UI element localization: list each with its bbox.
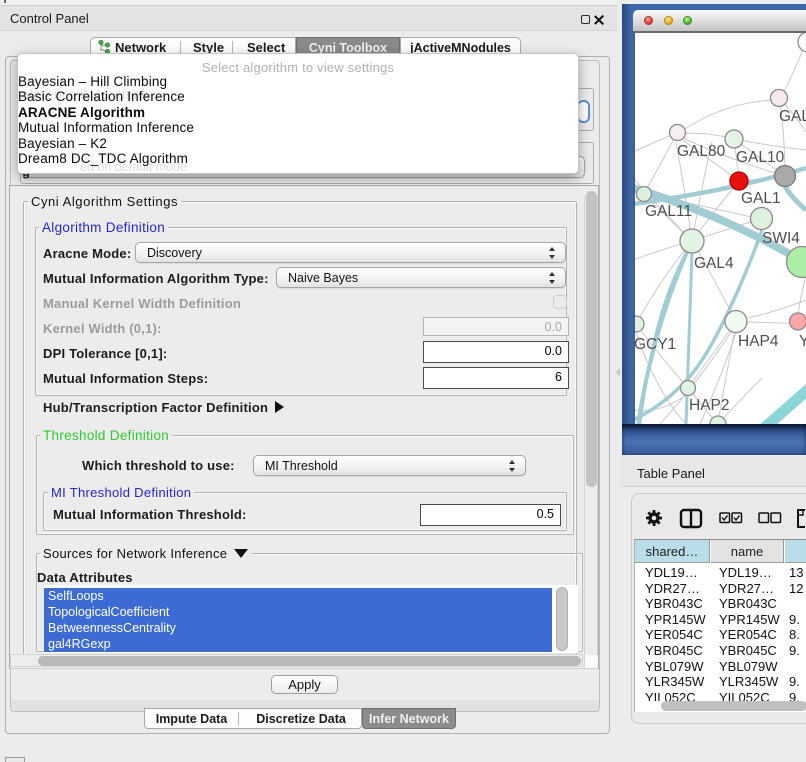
svg-text:GCY1: GCY1 bbox=[634, 336, 676, 353]
svg-text:HAP4: HAP4 bbox=[738, 333, 779, 350]
svg-text:GAL10: GAL10 bbox=[736, 149, 785, 166]
svg-text:GAL: GAL bbox=[779, 108, 806, 125]
svg-text:SWI4: SWI4 bbox=[762, 230, 800, 247]
svg-text:HAP2: HAP2 bbox=[689, 397, 730, 414]
svg-text:GAL11: GAL11 bbox=[645, 203, 692, 220]
svg-text:GAL80: GAL80 bbox=[677, 143, 726, 160]
svg-text:GAL1: GAL1 bbox=[741, 190, 781, 207]
svg-text:Y: Y bbox=[799, 333, 806, 350]
svg-text:GAL4: GAL4 bbox=[694, 255, 734, 272]
